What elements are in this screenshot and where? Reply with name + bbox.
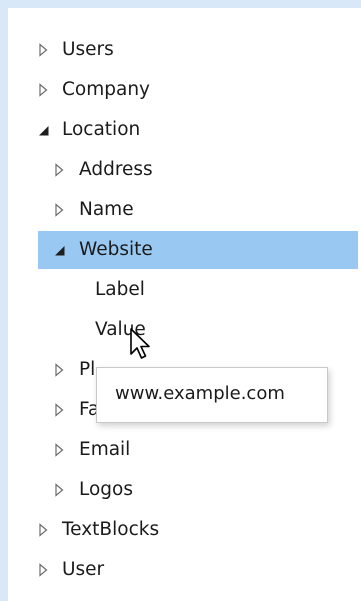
tree-item-label: Pl: [79, 359, 96, 380]
tree-item-users[interactable]: Users: [8, 30, 361, 70]
tree-item-location[interactable]: Location: [8, 110, 361, 150]
tooltip-text: www.example.com: [115, 383, 285, 404]
tooltip: www.example.com: [96, 367, 328, 423]
tree-view: Users Company Location Address Name Webs…: [8, 30, 361, 590]
expand-arrow-icon[interactable]: [52, 402, 66, 417]
tree-item-label: Company: [62, 79, 151, 100]
tree-item-textblocks[interactable]: TextBlocks: [8, 510, 361, 550]
collapse-arrow-icon[interactable]: [36, 122, 50, 136]
tree-item-company[interactable]: Company: [8, 70, 361, 110]
tree-item-label: Email: [79, 439, 131, 460]
tree-item-name[interactable]: Name: [8, 190, 361, 230]
tree-item-user[interactable]: User: [8, 550, 361, 590]
expand-arrow-icon[interactable]: [52, 442, 66, 457]
tree-item-label: Label: [95, 279, 145, 300]
tree-item-label: Name: [79, 199, 134, 220]
tree-item-label: Location: [62, 119, 141, 140]
tree-item-label: Logos: [79, 479, 134, 500]
tree-item-label: TextBlocks: [62, 519, 160, 540]
expand-arrow-icon[interactable]: [36, 82, 50, 97]
tree-item-label: Website: [79, 239, 153, 260]
tree-item-label: Value: [95, 319, 146, 340]
expand-arrow-icon[interactable]: [36, 522, 50, 537]
collapse-arrow-icon[interactable]: [52, 242, 66, 256]
tree-item-logos[interactable]: Logos: [8, 470, 361, 510]
tree-item-email[interactable]: Email: [8, 430, 361, 470]
expand-arrow-icon[interactable]: [36, 42, 50, 57]
expand-arrow-icon[interactable]: [52, 362, 66, 377]
tree-item-label: User: [62, 559, 105, 580]
tree-item-label: Address: [79, 159, 153, 180]
expand-arrow-icon[interactable]: [52, 162, 66, 177]
expand-arrow-icon[interactable]: [52, 482, 66, 497]
tree-panel: Users Company Location Address Name Webs…: [8, 8, 361, 601]
tree-item-address[interactable]: Address: [8, 150, 361, 190]
tree-item-label-node[interactable]: Label: [8, 270, 361, 310]
tree-item-label: Users: [62, 39, 114, 60]
tree-item-website[interactable]: Website: [8, 230, 361, 270]
tree-item-value[interactable]: Value: [8, 310, 361, 350]
expand-arrow-icon[interactable]: [52, 202, 66, 217]
expand-arrow-icon[interactable]: [36, 562, 50, 577]
